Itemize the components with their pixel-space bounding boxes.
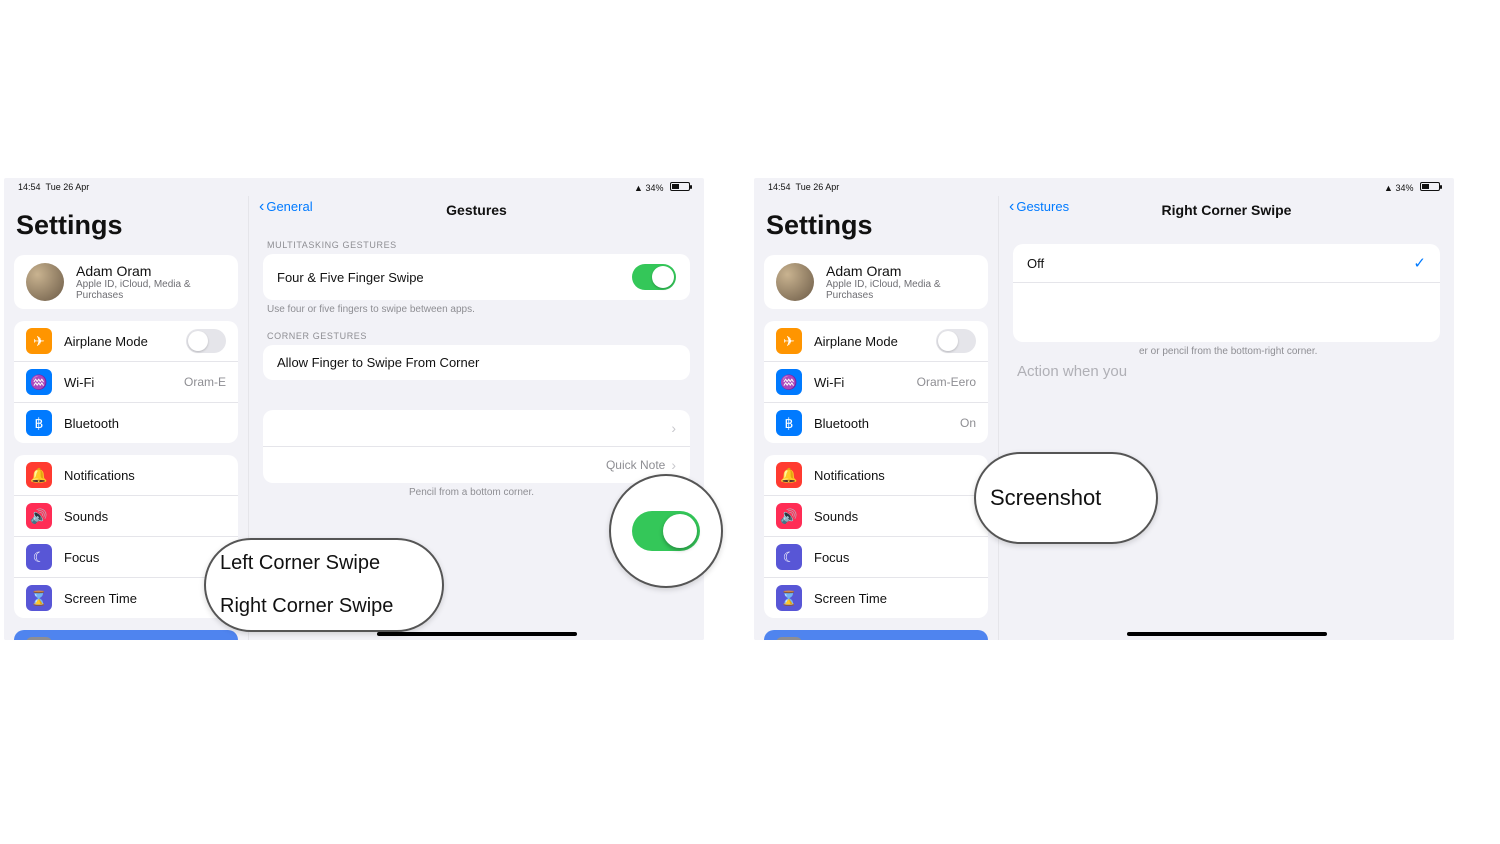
detail-title: Right Corner Swipe — [1162, 202, 1292, 218]
hourglass-icon: ⌛ — [26, 585, 52, 611]
callout-text: Right Corner Swipe — [220, 585, 428, 628]
callout-toggle — [609, 474, 723, 588]
sidebar-item-wifi[interactable]: ♒ Wi-Fi Oram-E — [14, 361, 238, 402]
airplane-switch[interactable] — [186, 329, 226, 353]
sidebar-item-notifications[interactable]: 🔔 Notifications — [764, 455, 988, 495]
option-off[interactable]: Off ✓ — [1013, 244, 1440, 282]
avatar — [776, 263, 814, 301]
page-title: Settings — [4, 196, 248, 249]
airplane-icon: ✈ — [776, 328, 802, 354]
sidebar-item-wifi[interactable]: ♒ Wi-Fi Oram-Eero — [764, 361, 988, 402]
chevron-left-icon: ‹ — [259, 200, 264, 213]
peek-text: Action when you — [999, 357, 1454, 380]
bluetooth-icon: ฿ — [26, 410, 52, 436]
sidebar-item-focus[interactable]: ☾ Focus — [14, 536, 238, 577]
airplane-switch[interactable] — [936, 329, 976, 353]
bell-icon: 🔔 — [26, 462, 52, 488]
detail-title: Gestures — [446, 202, 507, 218]
sidebar-item-general[interactable]: ⚙ General — [14, 630, 238, 640]
status-right: ▲ 34% — [634, 182, 690, 193]
sidebar-item-screentime[interactable]: ⌛ Screen Time — [764, 577, 988, 618]
callout-corner-swipe: Left Corner Swipe Right Corner Swipe — [204, 538, 444, 632]
wifi-icon: ▲ — [634, 183, 643, 193]
chevron-right-icon: › — [671, 457, 676, 473]
battery-icon — [1420, 182, 1440, 191]
back-button[interactable]: ‹ Gestures — [1009, 199, 1069, 214]
row-left-corner[interactable]: › — [263, 410, 690, 446]
speaker-icon: 🔊 — [776, 503, 802, 529]
profile-name: Adam Oram — [76, 263, 226, 279]
back-button[interactable]: ‹ General — [259, 199, 313, 214]
callout-screenshot: Screenshot — [974, 452, 1158, 544]
home-indicator — [377, 632, 577, 636]
section-help: Use four or five fingers to swipe betwee… — [249, 300, 704, 315]
row-four-five-swipe[interactable]: Four & Five Finger Swipe — [263, 254, 690, 300]
hourglass-icon: ⌛ — [776, 585, 802, 611]
page-title: Settings — [754, 196, 998, 249]
gear-icon: ⚙ — [776, 637, 802, 640]
sidebar-item-bluetooth[interactable]: ฿ Bluetooth On — [764, 402, 988, 443]
sidebar-item-sounds[interactable]: 🔊 Sounds — [14, 495, 238, 536]
sidebar: Settings Adam Oram Apple ID, iCloud, Med… — [754, 196, 998, 640]
profile-sub: Apple ID, iCloud, Media & Purchases — [76, 279, 226, 301]
profile-card[interactable]: Adam Oram Apple ID, iCloud, Media & Purc… — [764, 255, 988, 309]
sidebar-item-focus[interactable]: ☾ Focus — [764, 536, 988, 577]
callout-text: Screenshot — [990, 475, 1142, 521]
statusbar: 14:54 Tue 26 Apr ▲ 34% — [754, 178, 1454, 194]
section-label: MULTITASKING GESTURES — [249, 224, 704, 254]
section-help: er or pencil from the bottom-right corne… — [999, 342, 1454, 357]
callout-text: Left Corner Swipe — [220, 542, 428, 585]
sidebar-item-sounds[interactable]: 🔊 Sounds — [764, 495, 988, 536]
bell-icon: 🔔 — [776, 462, 802, 488]
toggle-icon — [632, 511, 700, 551]
sidebar-item-notifications[interactable]: 🔔 Notifications — [14, 455, 238, 495]
sidebar-item-general[interactable]: ⚙ General — [764, 630, 988, 640]
profile-name: Adam Oram — [826, 263, 976, 279]
sidebar-item-airplane[interactable]: ✈ Airplane Mode — [14, 321, 238, 361]
moon-icon: ☾ — [26, 544, 52, 570]
speaker-icon: 🔊 — [26, 503, 52, 529]
battery-icon — [670, 182, 690, 191]
row-right-corner[interactable]: Quick Note› — [263, 446, 690, 483]
wifi-icon: ♒ — [776, 369, 802, 395]
chevron-right-icon: › — [671, 420, 676, 436]
profile-sub: Apple ID, iCloud, Media & Purchases — [826, 279, 976, 301]
moon-icon: ☾ — [776, 544, 802, 570]
wifi-icon: ▲ — [1384, 183, 1393, 193]
profile-card[interactable]: Adam Oram Apple ID, iCloud, Media & Purc… — [14, 255, 238, 309]
gear-icon: ⚙ — [26, 637, 52, 640]
toggle-four-five[interactable] — [632, 264, 676, 290]
home-indicator — [1127, 632, 1327, 636]
checkmark-icon: ✓ — [1413, 254, 1426, 272]
wifi-icon: ♒ — [26, 369, 52, 395]
screenshot-right: 14:54 Tue 26 Apr ▲ 34% Settings Adam Ora… — [754, 178, 1454, 640]
sidebar-item-airplane[interactable]: ✈ Airplane Mode — [764, 321, 988, 361]
bluetooth-icon: ฿ — [776, 410, 802, 436]
sidebar-item-bluetooth[interactable]: ฿ Bluetooth — [14, 402, 238, 443]
avatar — [26, 263, 64, 301]
chevron-left-icon: ‹ — [1009, 200, 1014, 213]
detail-pane: ‹ Gestures Right Corner Swipe Off ✓ er o… — [998, 196, 1454, 640]
airplane-icon: ✈ — [26, 328, 52, 354]
statusbar: 14:54 Tue 26 Apr ▲ 34% — [4, 178, 704, 194]
section-label: CORNER GESTURES — [249, 315, 704, 345]
option-screenshot[interactable] — [1013, 282, 1440, 342]
row-allow-corner-swipe[interactable]: Allow Finger to Swipe From Corner — [263, 345, 690, 380]
